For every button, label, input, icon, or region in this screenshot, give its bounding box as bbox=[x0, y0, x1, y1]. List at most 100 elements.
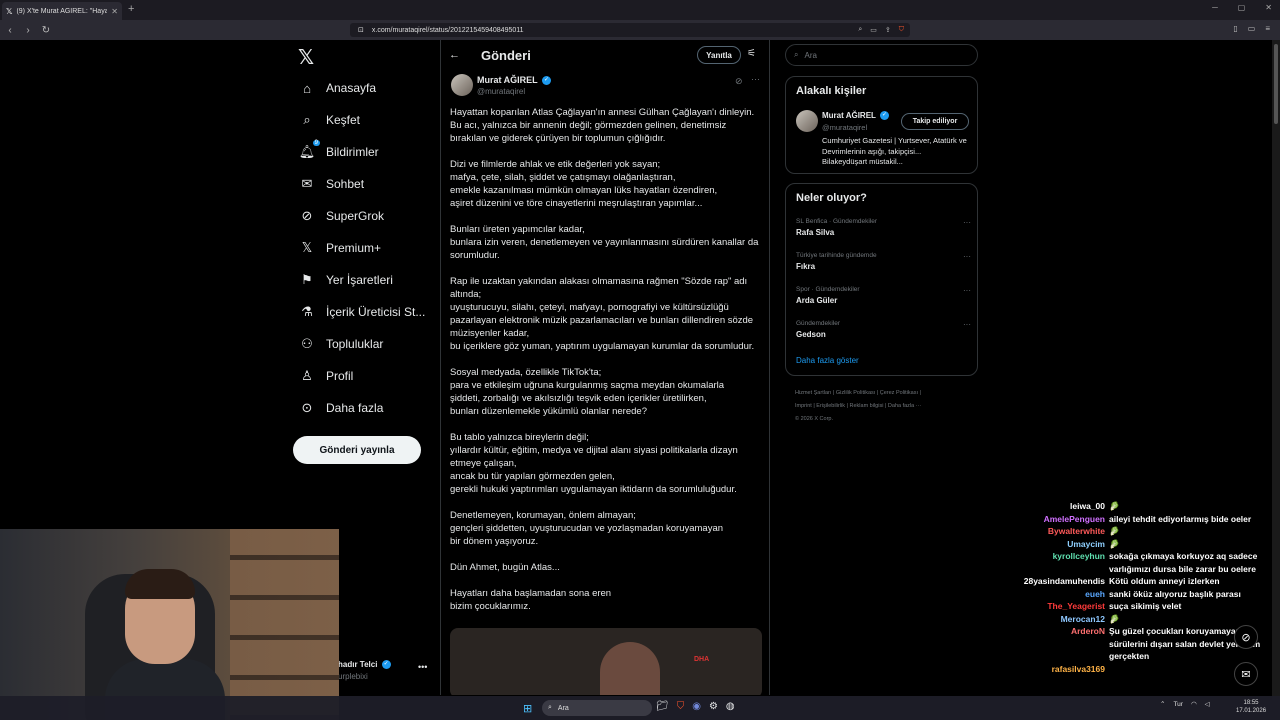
new-tab-icon[interactable]: + bbox=[128, 3, 134, 15]
windows-start-icon[interactable]: ⊞ bbox=[523, 702, 532, 715]
chat-username[interactable]: ArderoN bbox=[960, 625, 1105, 663]
trend-meta: Gündemdekiler bbox=[796, 320, 841, 327]
avatar[interactable] bbox=[451, 74, 473, 96]
related-title: Alakalı kişiler bbox=[796, 85, 867, 97]
reply-button[interactable]: Yanıtla bbox=[697, 46, 741, 64]
bookmark-page-icon[interactable]: ⊡ bbox=[358, 26, 364, 34]
brave-shield-icon[interactable]: ⛉ bbox=[899, 26, 904, 34]
sidebar-item-profile[interactable]: ♙ Profil bbox=[298, 364, 353, 388]
related-name-text[interactable]: Murat AĞIREL bbox=[822, 111, 876, 120]
search-placeholder: Ara bbox=[804, 50, 817, 60]
related-handle[interactable]: @murataqirel bbox=[822, 123, 867, 132]
post-paragraph: Dizi ve filmlerde ahlak ve etik değerler… bbox=[450, 159, 718, 209]
chat-username[interactable]: AmelePenguen bbox=[960, 513, 1105, 526]
maximize-icon[interactable]: ▢ bbox=[1238, 3, 1246, 12]
sidebar-item-label: Bildirimler bbox=[326, 145, 379, 159]
sidebar-item-premium[interactable]: 𝕏 Premium+ bbox=[298, 236, 381, 260]
account-more-icon[interactable]: ••• bbox=[418, 662, 427, 672]
trend-item[interactable]: Gündemdekiler Gedson ··· bbox=[796, 320, 971, 339]
trend-name: Fıkra bbox=[796, 262, 816, 271]
sidebar-item-more[interactable]: ⊙ Daha fazla bbox=[298, 396, 384, 420]
more-options-icon[interactable]: ··· bbox=[751, 74, 760, 84]
trend-more-icon[interactable]: ··· bbox=[963, 286, 971, 295]
messages-float-icon[interactable]: ✉ bbox=[1234, 662, 1258, 686]
obs-icon[interactable]: ◍ bbox=[726, 701, 735, 712]
close-window-icon[interactable]: ✕ bbox=[1265, 3, 1272, 12]
scroll-thumb[interactable] bbox=[1274, 44, 1278, 124]
chat-username[interactable]: The_Yeagerist bbox=[960, 600, 1105, 613]
close-tab-icon[interactable]: ✕ bbox=[111, 7, 118, 16]
sidebar-toggle-icon[interactable]: ▯ bbox=[1233, 24, 1237, 33]
tray-chevron-icon[interactable]: ⌃ bbox=[1160, 700, 1165, 708]
trend-more-icon[interactable]: ··· bbox=[963, 320, 971, 329]
post-paragraph: Bu tablo yalnızca bireylerin değil; yıll… bbox=[450, 432, 738, 495]
chat-username[interactable]: Merocan12 bbox=[960, 613, 1105, 626]
volume-icon[interactable]: ◁ bbox=[1205, 700, 1210, 708]
cast-icon[interactable]: ▭ bbox=[870, 26, 877, 34]
wifi-icon[interactable]: ◠ bbox=[1191, 700, 1197, 708]
related-name[interactable]: Murat AĞIREL ✓ bbox=[822, 111, 890, 121]
reload-icon[interactable]: ↻ bbox=[38, 25, 54, 36]
trend-item[interactable]: SL Benfica · Gündemdekiler Rafa Silva ··… bbox=[796, 218, 971, 237]
taskbar-clock[interactable]: 18:55 17.01.2026 bbox=[1236, 699, 1266, 715]
grok-float-icon[interactable]: ⊘ bbox=[1234, 625, 1258, 649]
chat-username[interactable]: rafasilva3169 bbox=[960, 663, 1105, 676]
x-logo-icon[interactable]: 𝕏 bbox=[298, 45, 314, 70]
author-name-text[interactable]: Murat AĞIREL bbox=[477, 75, 538, 85]
chat-username[interactable]: Umaycim bbox=[960, 538, 1105, 551]
media-watermark: DHA bbox=[694, 656, 710, 663]
chat-username[interactable]: eueh bbox=[960, 588, 1105, 601]
sidebar-item-creator-studio[interactable]: ⚗ İçerik Üreticisi St... bbox=[298, 300, 425, 324]
sidebar-item-explore[interactable]: ⌕ Keşfet bbox=[298, 108, 360, 132]
chat-message: AmelePenguen aileyi tehdit ediyorlarmış b… bbox=[960, 513, 1275, 526]
sidebar-item-home[interactable]: ⌂ Anasayfa bbox=[298, 76, 376, 100]
chat-username[interactable]: Bywalterwhite bbox=[960, 525, 1105, 538]
home-icon: ⌂ bbox=[303, 80, 311, 96]
forward-icon[interactable]: › bbox=[20, 25, 36, 36]
sidebar-item-supergrok[interactable]: ⊘ SuperGrok bbox=[298, 204, 384, 228]
file-explorer-icon[interactable]: 📁︎ bbox=[656, 701, 669, 712]
author-handle[interactable]: @murataqirel bbox=[477, 87, 525, 96]
sidebar-item-bookmarks[interactable]: ⚑ Yer İşaretleri bbox=[298, 268, 393, 292]
chat-username[interactable]: 28yasindamuhendis bbox=[960, 575, 1105, 588]
steam-icon[interactable]: ⚙ bbox=[709, 701, 718, 712]
sidebar-item-notifications[interactable]: 🔔︎ 9 Bildirimler bbox=[298, 140, 379, 164]
show-more-link[interactable]: Daha fazla göster bbox=[796, 356, 859, 365]
sidebar-item-chat[interactable]: ✉ Sohbet bbox=[298, 172, 365, 196]
account-switcher[interactable]: hadır Telci ✓ urplebixi bbox=[338, 660, 391, 681]
grok-explain-icon[interactable]: ⊘ bbox=[735, 76, 743, 87]
back-arrow-icon[interactable]: ← bbox=[449, 49, 467, 61]
share-icon[interactable]: ⇪ bbox=[885, 26, 891, 34]
footer-line[interactable]: Imprint | Erişilebilirlik | Reklam bilgi… bbox=[795, 400, 975, 413]
trend-more-icon[interactable]: ··· bbox=[963, 252, 971, 261]
wallet-icon[interactable]: ▭ bbox=[1248, 24, 1256, 33]
trend-item[interactable]: Türkiye tarihinde gündemde Fıkra ··· bbox=[796, 252, 971, 271]
discord-icon[interactable]: ◉ bbox=[692, 701, 701, 712]
address-bar[interactable]: ⊡ x.com/murataqirel/status/2012215459408… bbox=[350, 23, 910, 37]
trend-item[interactable]: Spor · Gündemdekiler Arda Güler ··· bbox=[796, 286, 971, 305]
brave-browser-icon[interactable]: ⛉ bbox=[677, 701, 685, 712]
url-text[interactable]: x.com/murataqirel/status/201221545940849… bbox=[372, 27, 524, 34]
browser-tab[interactable]: 𝕏 (9) X'te Murat AĞIREL: "Hayattan ✕ bbox=[2, 2, 122, 20]
zoom-icon[interactable]: ⌕ bbox=[858, 26, 862, 34]
trend-more-icon[interactable]: ··· bbox=[963, 218, 971, 227]
sidebar-item-communities[interactable]: ⚇ Topluluklar bbox=[298, 332, 383, 356]
post-video[interactable]: DHA bbox=[450, 628, 762, 695]
trend-meta: Spor · Gündemdekiler bbox=[796, 286, 860, 293]
search-input[interactable]: ⌕ Ara bbox=[785, 44, 978, 66]
post-button[interactable]: Gönderi yayınla bbox=[293, 436, 421, 464]
back-icon[interactable]: ‹ bbox=[2, 25, 18, 36]
author-name[interactable]: Murat AĞIREL ✓ bbox=[477, 75, 552, 86]
following-button[interactable]: Takip ediliyor bbox=[901, 113, 969, 130]
taskbar-search[interactable]: ⌕ Ara bbox=[542, 700, 652, 716]
sidebar-item-label: Premium+ bbox=[326, 241, 382, 255]
chat-username[interactable]: leiwa_00 bbox=[960, 500, 1105, 513]
menu-icon[interactable]: ≡ bbox=[1265, 24, 1270, 33]
avatar[interactable] bbox=[796, 110, 818, 132]
system-tray: ⌃ Tur ◠ ◁ bbox=[1160, 700, 1210, 709]
filter-icon[interactable]: ⚟ bbox=[747, 48, 756, 59]
chat-username[interactable]: kyrollceyhun bbox=[960, 550, 1105, 575]
minimize-icon[interactable]: ─ bbox=[1212, 3, 1218, 12]
chat-text: suça sikimiş velet bbox=[1109, 601, 1182, 611]
footer-line[interactable]: Hizmet Şartları | Gizlilik Politikası | … bbox=[795, 387, 975, 400]
